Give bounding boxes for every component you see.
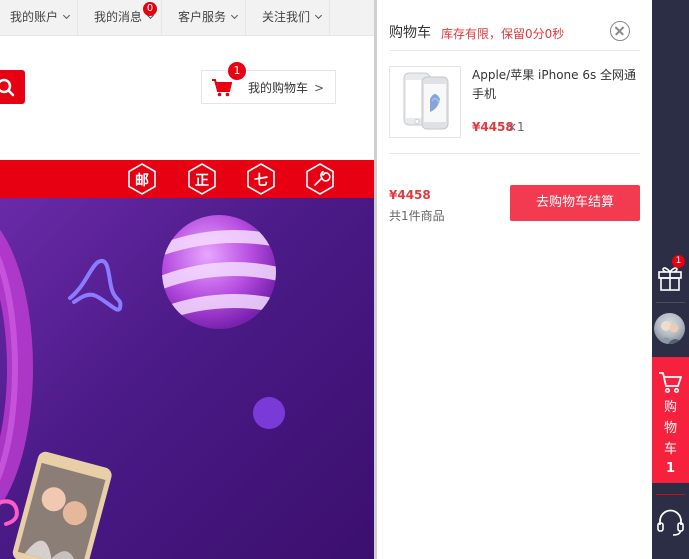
nav-my-messages[interactable]: 我的消息 0 [86,0,163,35]
nav-customer-service[interactable]: 客户服务 [170,0,247,35]
product-quantity: ×1 [507,120,525,134]
nav-my-account-label: 我的账户 [10,10,59,24]
genuine-label: 正 [195,173,209,189]
headset-icon [657,509,684,536]
gift-count-badge: 1 [672,255,685,268]
avatar[interactable] [654,313,685,344]
my-cart-label: 我的购物车 [248,81,309,95]
sidebar-cart-button[interactable]: 购物车 1 [652,357,689,483]
shopping-cart-icon [212,79,233,97]
total-item-count: 共1件商品 [389,209,445,223]
cart-drawer: 购物车 库存有限，保留0分0秒 Apple/苹果 iPhone 6s 全网通手机… [374,0,652,559]
chevron-down-icon [230,11,239,20]
chevron-down-icon [314,11,323,20]
search-icon [0,78,15,97]
nav-follow-us-label: 关注我们 [262,10,311,24]
my-cart-button[interactable]: 1 我的购物车 > [201,62,336,104]
total-price: ¥4458 [389,188,431,202]
wrench-icon [306,163,334,195]
promo-bar: 邮 正 七 [0,160,374,198]
page: 我的账户 我的消息 0 客户服务 关注我们 1 我的购物车 > 邮 正 七 购物… [0,0,689,559]
shopping-cart-icon [659,372,682,394]
checkout-button[interactable]: 去购物车结算 [510,185,640,221]
divider [656,494,685,495]
top-nav-bar: 我的账户 我的消息 0 客户服务 关注我们 [0,0,380,36]
free-shipping-badge: 邮 [127,163,157,195]
cart-drawer-title: 购物车 [389,25,431,41]
product-image[interactable] [389,66,461,138]
banner-artwork [0,215,285,559]
divider [656,302,685,303]
nav-follow-us[interactable]: 关注我们 [254,0,331,35]
nav-my-account[interactable]: 我的账户 [2,0,79,35]
chevron-down-icon [62,11,71,20]
divider [389,50,640,51]
gift-button[interactable]: 1 [652,255,689,298]
promo-banner[interactable] [0,198,374,559]
customer-service-button[interactable] [652,505,689,539]
seven-day-return-badge: 七 [246,163,276,195]
sidebar-cart-count: 1 [665,461,676,476]
right-toolbar: 1 购物车 1 [652,0,689,559]
cart-count-badge: 1 [228,62,246,80]
repair-badge [305,163,335,195]
divider [389,153,640,154]
chevron-right-icon: > [314,81,325,95]
close-icon[interactable] [610,21,630,41]
nav-customer-service-label: 客户服务 [178,10,227,24]
iphone-image [403,72,449,130]
genuine-badge: 正 [187,163,217,195]
free-shipping-label: 邮 [135,173,149,189]
message-count-badge: 0 [143,2,157,16]
avatar-image [658,321,683,344]
sidebar-cart-label: 购物车 [652,397,689,460]
product-name[interactable]: Apple/苹果 iPhone 6s 全网通手机 [472,66,637,104]
search-button[interactable] [0,70,25,104]
nav-my-messages-label: 我的消息 [94,10,143,24]
sidebar-cart-label-text: 购物车 [664,400,678,457]
stock-notice: 库存有限，保留0分0秒 [441,27,565,41]
seven-day-return-label: 七 [254,173,268,189]
